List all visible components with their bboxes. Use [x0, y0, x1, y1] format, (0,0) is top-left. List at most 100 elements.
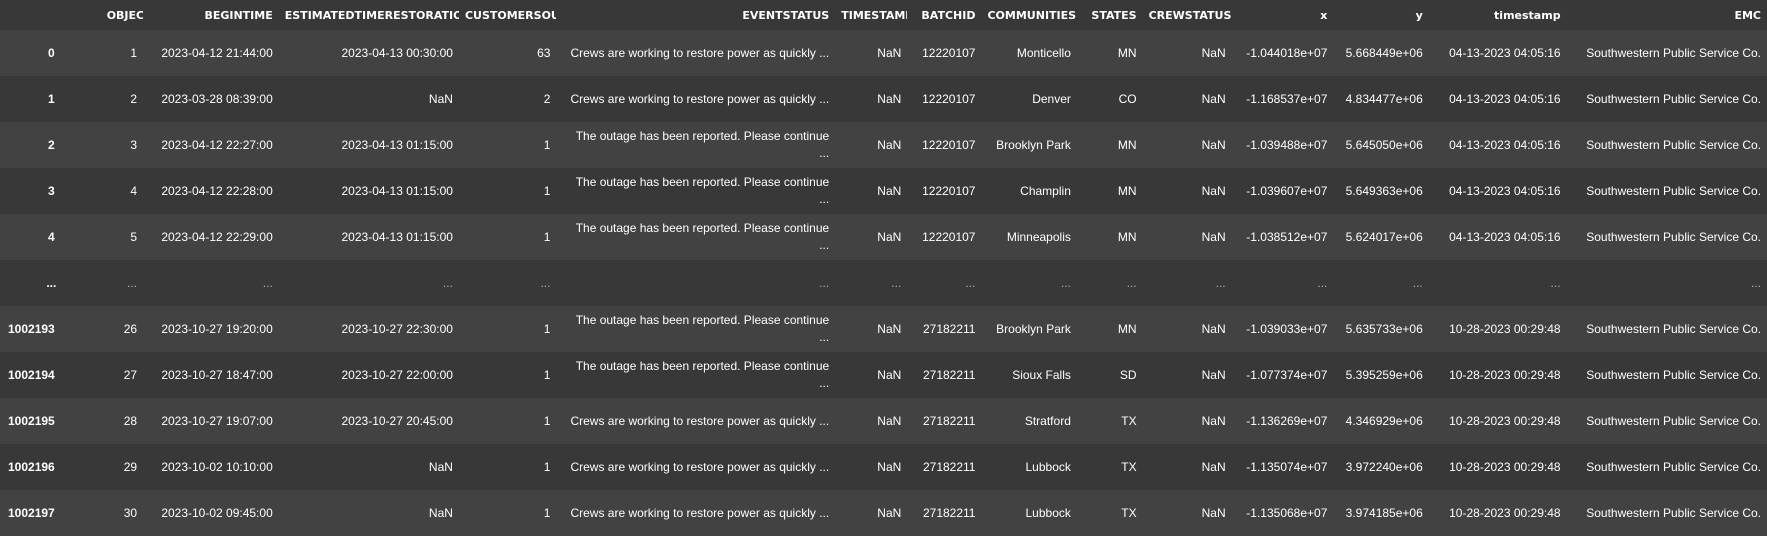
table-cell: Southwestern Public Service Co.	[1586, 229, 1761, 244]
table-cell: 26	[123, 321, 138, 336]
table-row: 1002193 26 2023-10-27 19:20:00 2023-10-27 2…	[0, 306, 1767, 352]
table-cell: CO	[1118, 91, 1137, 106]
table-cell: Lubbock	[1025, 505, 1071, 520]
table-cell: -1.135068e+07	[1246, 505, 1328, 520]
table-cell: ...	[1060, 275, 1071, 290]
table-cell: Southwestern Public Service Co.	[1586, 45, 1761, 60]
table-cell: 1	[543, 367, 551, 382]
table-cell: MN	[1117, 183, 1137, 198]
table-cell: 3.974185e+06	[1345, 505, 1423, 520]
table-cell: 10-28-2023 00:29:48	[1449, 505, 1561, 520]
table-cell: ...	[127, 275, 138, 290]
table-cell: 2023-10-02 09:45:00	[161, 505, 273, 520]
table-cell: 2023-04-13 01:15:00	[341, 137, 453, 152]
table-row: 4 5 2023-04-12 22:29:00 2023-04-13 01:15:00…	[0, 214, 1767, 260]
table-cell: 1	[543, 137, 551, 152]
table-cell: -1.044018e+07	[1246, 45, 1328, 60]
table-cell: 04-13-2023 04:05:16	[1449, 45, 1561, 60]
table-cell: 3.972240e+06	[1345, 459, 1423, 474]
table-cell: ...	[965, 275, 976, 290]
table-cell: -1.077374e+07	[1246, 367, 1328, 382]
table-cell: Southwestern Public Service Co.	[1586, 183, 1761, 198]
table-cell: 2023-10-27 20:45:00	[341, 413, 453, 428]
table-cell: -1.136269e+07	[1246, 413, 1328, 428]
table-cell: 1	[543, 413, 551, 428]
table-cell: The outage has been reported. Please con…	[575, 129, 830, 160]
index-header	[0, 0, 101, 30]
table-cell: Lubbock	[1025, 459, 1071, 474]
table-cell: ...	[262, 275, 273, 290]
table-cell: 1	[543, 183, 551, 198]
table-cell: The outage has been reported. Please con…	[575, 313, 830, 344]
table-cell: NaN	[428, 91, 453, 106]
column-header: COMMUNITIES	[981, 0, 1077, 30]
table-cell: NaN	[1201, 91, 1226, 106]
table-cell: 30	[123, 505, 138, 520]
table-cell: NaN	[877, 229, 902, 244]
table-row: 1002197 30 2023-10-02 09:45:00 NaN 1 Crews ar…	[0, 490, 1767, 536]
table-cell: 4.834477e+06	[1345, 91, 1423, 106]
table-cell: 2023-10-27 19:07:00	[161, 413, 273, 428]
table-cell: Southwestern Public Service Co.	[1586, 91, 1761, 106]
table-cell: ...	[819, 275, 830, 290]
table-cell: NaN	[877, 137, 902, 152]
table-cell: 3	[130, 137, 138, 152]
table-cell: Minneapolis	[1006, 229, 1071, 244]
table-cell: Sioux Falls	[1012, 367, 1071, 382]
table-cell: NaN	[877, 459, 902, 474]
table-cell: NaN	[877, 183, 902, 198]
table-body: 0 1 2023-04-12 21:44:00 2023-04-13 00:30:00…	[0, 30, 1767, 536]
row-index: 4	[48, 229, 55, 244]
table-cell: 1	[130, 45, 138, 60]
table-cell: MN	[1117, 321, 1137, 336]
table-cell: TX	[1121, 413, 1137, 428]
table-cell: ...	[1750, 275, 1761, 290]
header-row: OBJECTIDBEGINTIMEESTIMATEDTIMERESTORATIO…	[0, 0, 1767, 30]
table-cell: 29	[123, 459, 138, 474]
table-cell: Crews are working to restore power as qu…	[570, 459, 830, 474]
row-index: 1	[48, 91, 55, 106]
table-cell: ...	[442, 275, 453, 290]
table-cell: 12220107	[922, 183, 976, 198]
table-cell: 1	[543, 459, 551, 474]
table-cell: -1.039607e+07	[1246, 183, 1328, 198]
table-cell: 04-13-2023 04:05:16	[1449, 183, 1561, 198]
table-cell: Crews are working to restore power as qu…	[570, 413, 830, 428]
table-cell: Southwestern Public Service Co.	[1586, 413, 1761, 428]
table-cell: 2023-10-27 18:47:00	[161, 367, 273, 382]
table-cell: NaN	[877, 321, 902, 336]
column-header: EVENTSTATUS	[556, 0, 836, 30]
table-cell: Southwestern Public Service Co.	[1586, 505, 1761, 520]
column-header: STATES	[1076, 0, 1143, 30]
table-row: 1 2 2023-03-28 08:39:00 NaN 2 Crews are worki…	[0, 76, 1767, 122]
table-cell: 10-28-2023 00:29:48	[1449, 459, 1561, 474]
table-cell: ...	[891, 275, 902, 290]
table-cell: 28	[123, 413, 138, 428]
table-row: 0 1 2023-04-12 21:44:00 2023-04-13 00:30:00…	[0, 30, 1767, 76]
table-cell: NaN	[877, 505, 902, 520]
table-cell: 5.645050e+06	[1345, 137, 1423, 152]
table-row: 1002194 27 2023-10-27 18:47:00 2023-10-27 2…	[0, 352, 1767, 398]
table-cell: TX	[1121, 505, 1137, 520]
column-header: EMC	[1566, 0, 1767, 30]
table-cell: NaN	[1201, 413, 1226, 428]
table-cell: 27182211	[922, 459, 976, 474]
table-cell: SD	[1119, 367, 1137, 382]
table-cell: 2023-10-02 10:10:00	[161, 459, 273, 474]
table-cell: 5.635733e+06	[1345, 321, 1423, 336]
table-row: 3 4 2023-04-12 22:28:00 2023-04-13 01:15:00…	[0, 168, 1767, 214]
table-cell: NaN	[877, 367, 902, 382]
table-cell: 2	[543, 91, 551, 106]
column-header: timestamp	[1428, 0, 1567, 30]
row-index: 1002193	[8, 321, 55, 336]
table-cell: 5.395259e+06	[1345, 367, 1423, 382]
table-cell: ...	[1126, 275, 1137, 290]
column-header: TIMESTAMP	[835, 0, 908, 30]
row-index: 1002197	[8, 505, 55, 520]
table-cell: NaN	[1201, 459, 1226, 474]
table-cell: TX	[1121, 459, 1137, 474]
table-cell: 2023-04-12 22:28:00	[161, 183, 273, 198]
table-cell: -1.168537e+07	[1246, 91, 1328, 106]
column-header: CUSTOMERSOUT	[458, 0, 557, 30]
table-cell: NaN	[877, 413, 902, 428]
